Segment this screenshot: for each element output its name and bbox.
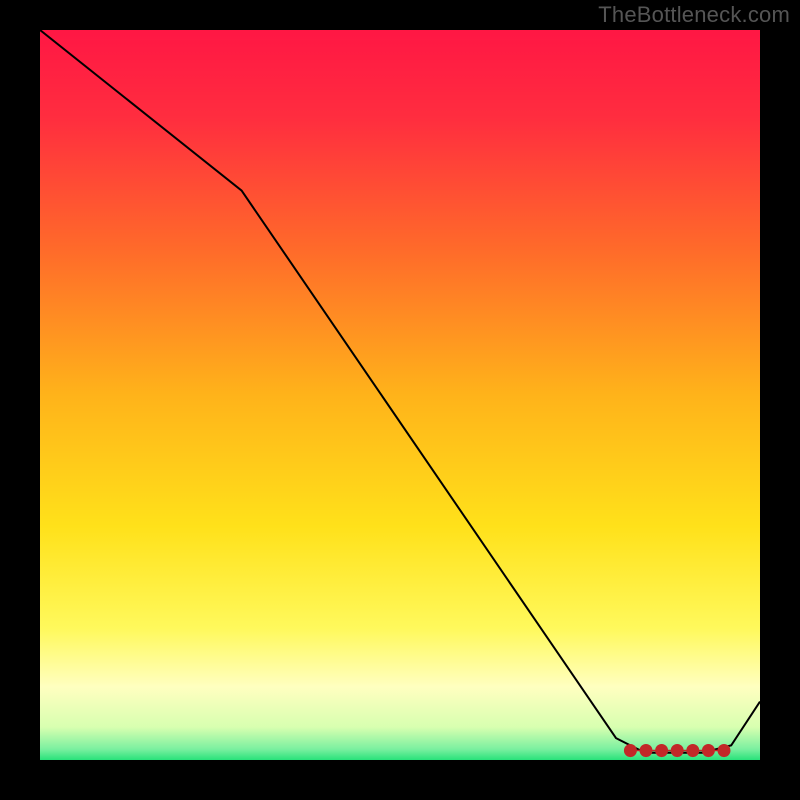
plot-background xyxy=(40,30,760,760)
watermark-text: TheBottleneck.com xyxy=(598,2,790,28)
chart-frame: TheBottleneck.com xyxy=(0,0,800,800)
chart-svg xyxy=(40,30,760,760)
bottleneck-chart xyxy=(40,30,760,760)
